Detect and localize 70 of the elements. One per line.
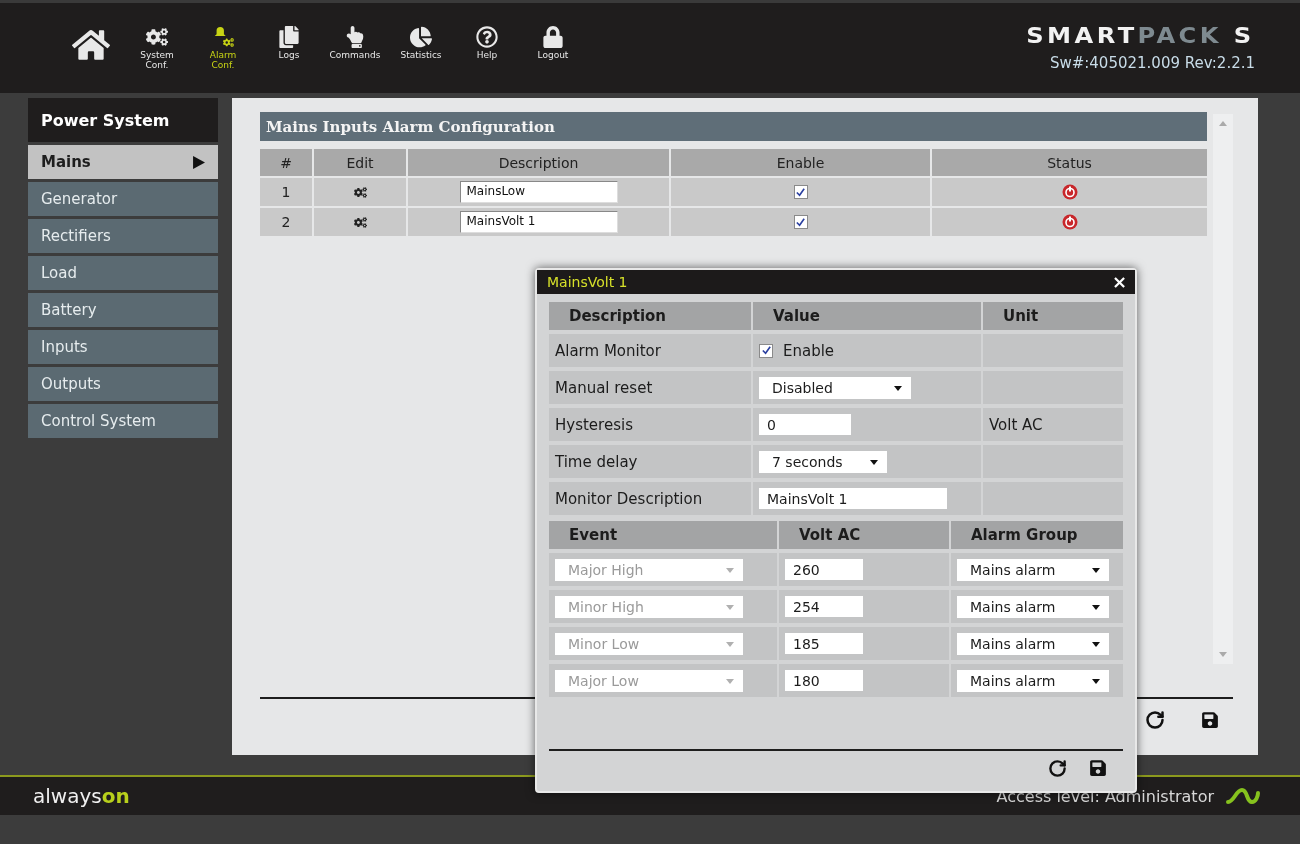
- enable-checkbox[interactable]: [793, 215, 808, 229]
- sidebar-item[interactable]: Load: [28, 256, 218, 290]
- sidebar-item[interactable]: Inputs: [28, 330, 218, 364]
- column-header: Volt AC: [779, 521, 949, 549]
- panel-title: Mains Inputs Alarm Configuration: [260, 112, 1207, 141]
- version-text: Sw#:405021.009 Rev:2.2.1: [1049, 54, 1255, 72]
- sidebar-item[interactable]: Rectifiers: [28, 219, 218, 253]
- event-dropdown: Minor High: [555, 595, 743, 618]
- sidebar-item[interactable]: Mains: [28, 145, 218, 179]
- nav-item[interactable]: Commands: [322, 26, 388, 60]
- description-field[interactable]: MainsLow: [459, 181, 618, 203]
- row-label: Monitor Description: [549, 482, 751, 515]
- help-icon: [476, 26, 498, 48]
- column-header: #: [260, 149, 312, 176]
- logo: SMART PACK S: [1026, 24, 1255, 48]
- row-label: Alarm Monitor: [549, 334, 751, 367]
- dropdown[interactable]: 7 seconds: [759, 450, 887, 473]
- dropdown[interactable]: Disabled: [759, 376, 911, 399]
- column-header: Alarm Group: [951, 521, 1123, 549]
- gears-icon: [146, 26, 168, 48]
- column-header: Value: [753, 302, 981, 330]
- input-field[interactable]: MainsVolt 1: [759, 488, 947, 509]
- row-label: Hysteresis: [549, 408, 751, 441]
- save-icon[interactable]: [1201, 711, 1219, 729]
- input-field[interactable]: 0: [759, 414, 851, 435]
- lock-icon: [542, 26, 564, 48]
- column-header: Unit: [983, 302, 1123, 330]
- bell-gears-icon: [212, 26, 234, 48]
- event-dropdown: Minor Low: [555, 632, 743, 655]
- event-dropdown: Major Low: [555, 669, 743, 692]
- pie-chart-icon: [410, 26, 432, 48]
- sidebar-item[interactable]: Outputs: [28, 367, 218, 401]
- column-header: Event: [549, 521, 777, 549]
- enable-checkbox[interactable]: [759, 343, 773, 358]
- close-button[interactable]: ×: [1111, 273, 1127, 291]
- column-header: Description: [408, 149, 669, 176]
- column-header: Status: [932, 149, 1207, 176]
- column-header: Description: [549, 302, 751, 330]
- nav-item[interactable]: Help: [454, 26, 520, 60]
- row-label: Time delay: [549, 445, 751, 478]
- nav-item[interactable]: Logout: [520, 26, 586, 60]
- column-header: Edit: [314, 149, 406, 176]
- dialog-title: MainsVolt 1: [547, 274, 628, 290]
- unit-text: Volt AC: [983, 408, 1123, 441]
- nav-item[interactable]: System Conf.: [124, 26, 190, 70]
- nav-item[interactable]: Alarm Conf.: [190, 26, 256, 70]
- description-field[interactable]: MainsVolt 1: [459, 211, 618, 233]
- refresh-icon[interactable]: [1145, 710, 1165, 730]
- triangle-icon: [192, 155, 205, 169]
- table-cell: 1: [260, 178, 312, 206]
- gears-icon[interactable]: [353, 185, 367, 199]
- save-icon[interactable]: [1089, 759, 1107, 777]
- column-header: Enable: [671, 149, 930, 176]
- table-cell: 2: [260, 208, 312, 236]
- row-label: Manual reset: [549, 371, 751, 404]
- gears-icon[interactable]: [353, 215, 367, 229]
- nav-item[interactable]: Logs: [256, 26, 322, 60]
- pointing-hand-icon: [344, 26, 366, 48]
- nav-item[interactable]: Statistics: [388, 26, 454, 60]
- enable-checkbox[interactable]: [793, 185, 808, 199]
- refresh-icon[interactable]: [1048, 758, 1067, 778]
- sidebar-item[interactable]: Control System: [28, 404, 218, 438]
- sidebar-item[interactable]: Battery: [28, 293, 218, 327]
- checkbox-label: Enable: [783, 341, 835, 360]
- sidebar-title: Power System: [28, 98, 218, 142]
- sidebar-item[interactable]: Generator: [28, 182, 218, 216]
- access-level-text: Access level: Administrator: [996, 786, 1214, 806]
- brand-text: alwayson: [33, 784, 130, 808]
- event-dropdown: Major High: [555, 558, 743, 581]
- documents-icon: [278, 26, 300, 48]
